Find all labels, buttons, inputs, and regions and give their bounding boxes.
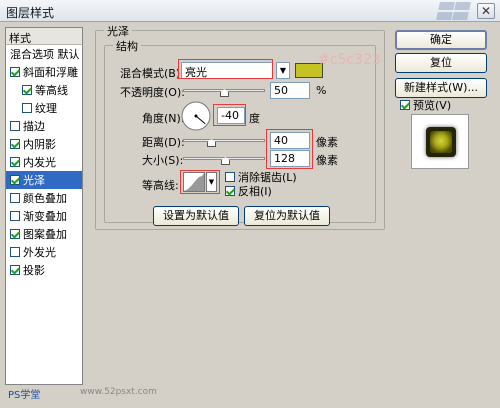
style-list-item[interactable]: 等高线 (6, 81, 82, 99)
style-list-checkbox[interactable] (22, 85, 32, 95)
style-list-checkbox[interactable] (10, 193, 20, 203)
style-list-checkbox[interactable] (10, 229, 20, 239)
style-list-label: 斜面和浮雕 (23, 66, 78, 79)
distance-label: 距离(D): (142, 136, 185, 149)
reset-default-button[interactable]: 复位为默认值 (244, 206, 330, 226)
blend-mode-label: 混合模式(B): (120, 67, 184, 80)
style-list-item[interactable]: 内发光 (6, 153, 82, 171)
style-list-item[interactable]: 图案叠加 (6, 225, 82, 243)
style-list-item[interactable]: 渐变叠加 (6, 207, 82, 225)
window-title: 图层样式 (6, 6, 55, 20)
opacity-value: 50 (274, 84, 288, 97)
style-list-checkbox[interactable] (10, 247, 20, 257)
reset-button[interactable]: 复位 (395, 53, 487, 73)
ok-button[interactable]: 确定 (395, 30, 487, 50)
style-list-label: 混合选项 默认 (10, 48, 80, 61)
contour-label: 等高线: (142, 179, 179, 192)
size-label: 大小(S): (142, 154, 184, 167)
structure-group-title: 结构 (113, 38, 141, 54)
style-list-label: 投影 (23, 264, 45, 277)
style-list-checkbox[interactable] (10, 265, 20, 275)
style-preview-swatch (426, 127, 456, 157)
invert-checkbox-row[interactable]: 反相(I) (225, 183, 272, 199)
style-list-header: 样式 (6, 28, 82, 45)
style-list-checkbox[interactable] (10, 139, 20, 149)
preview-checkbox-row[interactable]: 预览(V) (400, 97, 451, 113)
style-list-item[interactable]: 纹理 (6, 99, 82, 117)
distance-size-highlight (266, 129, 313, 169)
style-list-checkbox[interactable] (22, 103, 32, 113)
style-list-item[interactable]: 描边 (6, 117, 82, 135)
set-default-button[interactable]: 设置为默认值 (153, 206, 239, 226)
style-list-checkbox[interactable] (10, 121, 20, 131)
style-list-item[interactable]: 外发光 (6, 243, 82, 261)
style-preview-box (411, 114, 469, 169)
contour-curve-icon[interactable] (183, 172, 205, 192)
distance-unit: 像素 (316, 136, 338, 149)
style-list-checkbox[interactable] (10, 67, 20, 77)
angle-highlight (213, 104, 246, 126)
style-list-item[interactable]: 内阴影 (6, 135, 82, 153)
style-list-label: 内发光 (23, 156, 56, 169)
preview-checkbox[interactable] (400, 100, 410, 110)
watermark-logo: PS学堂 (8, 390, 41, 401)
distance-slider-track[interactable] (183, 139, 265, 142)
angle-dial-icon[interactable] (180, 100, 212, 132)
opacity-unit: % (316, 84, 327, 97)
antialias-checkbox[interactable] (225, 172, 235, 182)
windows-logo-icon (436, 2, 474, 20)
style-list-item[interactable]: 颜色叠加 (6, 189, 82, 207)
size-unit: 像素 (316, 154, 338, 167)
style-list-label: 光泽 (23, 174, 45, 187)
color-code-annotation: #c5c323 (318, 52, 381, 68)
style-list-label: 内阴影 (23, 138, 56, 151)
style-list-panel: 样式 混合选项 默认斜面和浮雕等高线纹理描边内阴影内发光光泽颜色叠加渐变叠加图案… (5, 27, 83, 385)
preview-label: 预览(V) (413, 99, 452, 112)
opacity-input[interactable]: 50 (270, 82, 310, 99)
style-list-label: 纹理 (35, 102, 57, 115)
style-list-label: 图案叠加 (23, 228, 67, 241)
style-list-label: 等高线 (35, 84, 68, 97)
style-list-item[interactable]: 投影 (6, 261, 82, 279)
style-list-checkbox[interactable] (10, 211, 20, 221)
contour-dropdown-arrow-icon[interactable]: ▼ (206, 172, 217, 192)
title-bar: 图层样式 ✕ (0, 0, 500, 22)
style-list-item[interactable]: 斜面和浮雕 (6, 63, 82, 81)
style-list-item[interactable]: 光泽 (6, 171, 82, 189)
angle-unit: 度 (249, 112, 260, 125)
style-list-label: 描边 (23, 120, 45, 133)
style-list-item[interactable]: 混合选项 默认 (6, 45, 82, 63)
invert-label: 反相(I) (238, 185, 272, 198)
invert-checkbox[interactable] (225, 186, 235, 196)
style-list-label: 渐变叠加 (23, 210, 67, 223)
blend-mode-dropdown-arrow-icon[interactable]: ▼ (276, 62, 290, 79)
blend-mode-highlight (178, 59, 273, 79)
style-list-label: 颜色叠加 (23, 192, 67, 205)
style-list-checkbox[interactable] (10, 157, 20, 167)
style-list-checkbox[interactable] (10, 175, 20, 185)
opacity-label: 不透明度(O): (120, 86, 185, 99)
close-button[interactable]: ✕ (477, 3, 495, 19)
style-list-label: 外发光 (23, 246, 56, 259)
watermark-site: www.52psxt.com (80, 387, 157, 397)
angle-label: 角度(N): (142, 112, 185, 125)
satin-group-title: 光泽 (104, 23, 132, 39)
new-style-button[interactable]: 新建样式(W)... (395, 78, 487, 98)
